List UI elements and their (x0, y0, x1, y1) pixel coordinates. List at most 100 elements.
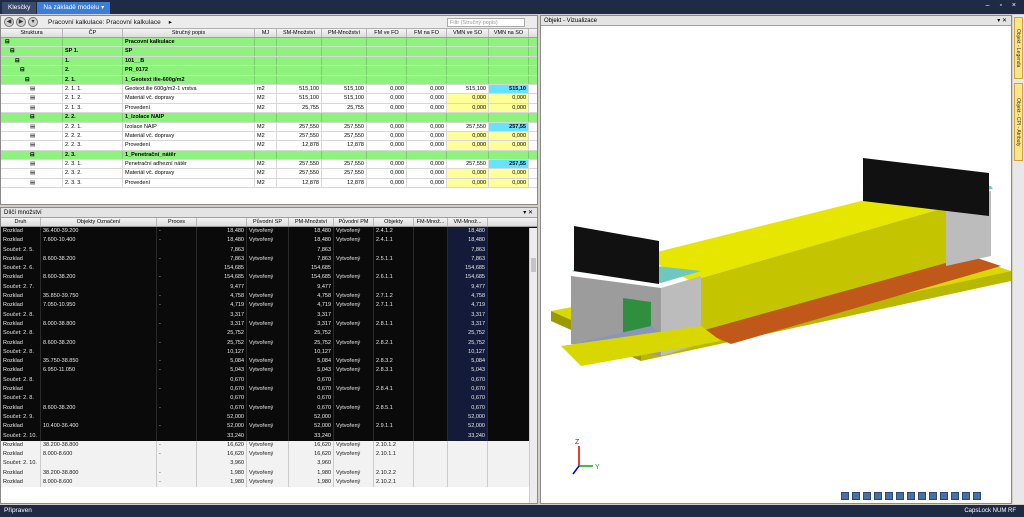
pin-icon[interactable]: ▾ ✕ (523, 208, 533, 218)
visibility-icon[interactable] (874, 492, 882, 500)
table-row[interactable]: Rozklad 8.000-38.800-3,317 Vytvořený 3,317 V… (1, 319, 537, 330)
tree-node-icon[interactable]: ▤ (1, 141, 63, 150)
table-row[interactable]: Součet: 2. 8. 25,752 25,752 25,752 (1, 329, 537, 339)
column-header[interactable]: Struktura (1, 29, 63, 37)
tab-na-zaklade-modelu[interactable]: Na základě modelu ▾ (37, 2, 111, 14)
table-row[interactable]: ▤ 2. 1. 1. Geotext.ilie 600g/m2-1 vrstva m2… (1, 84, 537, 95)
table-row[interactable]: Rozklad 7.050-10.950-4,719 Vytvořený 4,719 V… (1, 301, 537, 311)
column-header[interactable]: Druh (1, 218, 41, 226)
column-header[interactable]: PM-Množství (289, 218, 334, 226)
table-row[interactable]: ⊟ 2. PR_0172 (1, 66, 537, 76)
tree-node-icon[interactable]: ▤ (1, 169, 63, 178)
view-front-icon[interactable] (885, 492, 893, 500)
pin-icon[interactable]: ▾ ✕ (997, 16, 1007, 26)
table-row[interactable]: Rozklad 7.600-10.400-18,480 Vytvořený 18,48… (1, 236, 537, 246)
table-row[interactable]: Součet: 2. 7. 9,477 9,477 9,477 (1, 282, 537, 293)
tree-node-icon[interactable]: ⊟ (1, 66, 63, 75)
tree-node-icon[interactable]: ⊟ (1, 38, 63, 47)
view-left-icon[interactable] (907, 492, 915, 500)
light-icon[interactable] (841, 492, 849, 500)
table-row[interactable]: Rozklad 8.600-38.200-0,670 Vytvořený 0,670 V… (1, 403, 537, 413)
tree-node-icon[interactable]: ⊟ (1, 56, 63, 66)
back-icon[interactable]: ◀ (4, 17, 14, 27)
column-header[interactable]: MJ (255, 29, 277, 37)
table-row[interactable]: ▤ 2. 2. 1. Izolace NAIP M2 257,550 257,550 0,0… (1, 122, 537, 132)
column-header[interactable]: VM-Množ... (448, 218, 488, 226)
table-row[interactable]: ⊟ SP 1. SP (1, 47, 537, 57)
tab-klescky[interactable]: Klesčky (2, 2, 37, 14)
column-header[interactable]: VMN na SO (489, 29, 529, 37)
column-header[interactable]: ČP (63, 29, 123, 37)
table-row[interactable]: Rozklad 6.950-11.050-5,043 Vytvořený 5,043 V… (1, 366, 537, 376)
breadcrumb[interactable]: Pracovní kalkulace: Pracovní kalkulace (48, 19, 161, 26)
tab-legend[interactable]: Objekt - Legenda (1014, 17, 1023, 79)
model-3d-view[interactable]: Z Y (541, 26, 1012, 494)
export-icon[interactable] (973, 492, 981, 500)
column-header[interactable]: FM ve FO (367, 29, 407, 37)
column-header[interactable]: Původní PM (334, 218, 374, 226)
table-row[interactable]: Rozklad -0,670 Vytvořený 0,670 Vytvořený 2.8.… (1, 385, 537, 395)
table-row[interactable]: Rozklad 35.750-38.850-5,084 Vytvořený 5,084… (1, 357, 537, 367)
tree-node-icon[interactable]: ▤ (1, 178, 63, 188)
tree-node-icon[interactable]: ⊟ (1, 47, 63, 56)
tree-node-icon[interactable]: ▤ (1, 122, 63, 131)
table-row[interactable]: ▤ 2. 2. 2. Materiál vč. dopravy M2 257,550 25… (1, 131, 537, 142)
filter-input[interactable]: Filtr (Stručný popis) (447, 18, 525, 27)
table-row[interactable]: Součet: 2. 9. 52,000 52,000 52,000 (1, 412, 537, 423)
table-row[interactable]: Součet: 2. 8. 0,670 0,670 0,670 (1, 375, 537, 386)
table-row[interactable]: Součet: 2. 10. 33,240 33,240 33,240 (1, 431, 537, 441)
tree-node-icon[interactable]: ⊟ (1, 113, 63, 122)
tree-node-icon[interactable]: ▤ (1, 94, 63, 103)
table-row[interactable]: ⊟ 2. 2. 1_Izolace NAIP (1, 113, 537, 123)
table-row[interactable]: ▤ 2. 3. 3. Provedení M2 12,878 12,878 0,000 0,0… (1, 178, 537, 189)
table-row[interactable]: ▤ 2. 1. 2. Materiál vč. dopravy M2 515,100 51… (1, 94, 537, 104)
column-header[interactable]: FM-Množ... (414, 218, 448, 226)
table-row[interactable]: Součet: 2. 8. 10,127 10,127 10,127 (1, 347, 537, 358)
table-row[interactable]: ▤ 2. 2. 3. Provedení M2 12,878 12,878 0,000 0,0… (1, 141, 537, 151)
tree-node-icon[interactable]: ▤ (1, 84, 63, 94)
table-row[interactable]: Součet: 2. 10. 3,960 3,960 (1, 459, 537, 469)
column-header[interactable]: Stručný popis (123, 29, 255, 37)
scrollbar-thumb[interactable] (531, 258, 536, 272)
tree-node-icon[interactable]: ⊟ (1, 150, 63, 160)
forward-icon[interactable]: ▶ (16, 17, 26, 27)
tab-attributes[interactable]: Objekt - CPI - Atributy (1014, 83, 1023, 161)
table-row[interactable]: ▤ 2. 3. 1. Penetrační adhezní nátěr M2 257,5… (1, 160, 537, 170)
table-row[interactable]: Rozklad 8.000-8.600-16,620 Vytvořený 16,620… (1, 450, 537, 460)
column-header[interactable]: FM na FO (407, 29, 447, 37)
window-controls[interactable]: – ▫ × (986, 2, 1020, 9)
select-icon[interactable] (852, 492, 860, 500)
table-row[interactable]: ⊟ Pracovní kalkulace (1, 38, 537, 48)
table-row[interactable]: ⊟ 2. 1. 1_Geotext ilie-600g/m2 (1, 75, 537, 85)
history-icon[interactable]: ▾ (28, 17, 38, 27)
table-row[interactable]: ▤ 2. 3. 2. Materiál vč. dopravy M2 257,550 25… (1, 169, 537, 179)
print-icon[interactable] (962, 492, 970, 500)
filter-icon[interactable] (863, 492, 871, 500)
table-row[interactable]: ⊟ 2. 3. 1_Penetrační_nátěr (1, 150, 537, 161)
column-header[interactable]: Objekty (374, 218, 414, 226)
table-row[interactable]: Rozklad 38.200-38.800-1,980 Vytvořený 1,980… (1, 468, 537, 479)
column-header[interactable]: Proces (157, 218, 197, 226)
settings-icon[interactable] (951, 492, 959, 500)
table-row[interactable]: Rozklad 8.000-8.600-1,980 Vytvořený 1,980 Vy… (1, 478, 537, 488)
tree-node-icon[interactable]: ▤ (1, 131, 63, 141)
table-row[interactable]: Součet: 2. 8. 3,317 3,317 3,317 (1, 310, 537, 320)
table-row[interactable]: Součet: 2. 5. 7,863 7,863 7,863 (1, 245, 537, 255)
column-header[interactable]: Původní SP (247, 218, 289, 226)
tree-node-icon[interactable]: ▤ (1, 103, 63, 113)
table-row[interactable]: Rozklad 36.400-39.200-18,480 Vytvořený 18,4… (1, 227, 537, 237)
tree-node-icon[interactable]: ▤ (1, 160, 63, 169)
breadcrumb-arrow-icon[interactable]: ▸ (169, 18, 172, 26)
column-header[interactable]: SM-Množství (277, 29, 322, 37)
view-toolbar[interactable] (841, 492, 981, 500)
table-row[interactable]: ▤ 2. 1. 3. Provedení M2 25,755 25,755 0,000 0,0… (1, 103, 537, 114)
table-row[interactable]: Rozklad 35.850-39.750-4,758 Vytvořený 4,758… (1, 292, 537, 302)
column-header[interactable]: Objekty Označení (41, 218, 157, 226)
table-row[interactable]: Rozklad 8.600-38.200-154,685 Vytvořený 154,… (1, 273, 537, 283)
table-row[interactable]: Rozklad 8.600-38.200-25,752 Vytvořený 25,75… (1, 338, 537, 348)
table-row[interactable]: ⊟ 1. 101__B (1, 56, 537, 67)
vertical-scrollbar[interactable] (529, 228, 537, 503)
visualization-panel[interactable]: Objekt - Vizualizace ▾ ✕ Z Y (540, 15, 1012, 504)
view-back-icon[interactable] (896, 492, 904, 500)
view-right-icon[interactable] (918, 492, 926, 500)
